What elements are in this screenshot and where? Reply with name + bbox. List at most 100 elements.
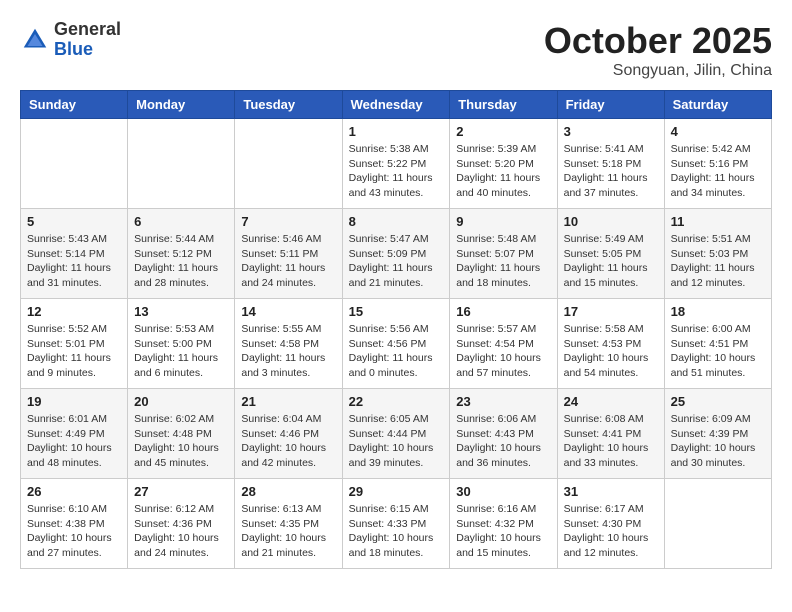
day-number: 28 (241, 484, 335, 499)
calendar-cell: 27Sunrise: 6:12 AM Sunset: 4:36 PM Dayli… (128, 479, 235, 569)
calendar-cell: 9Sunrise: 5:48 AM Sunset: 5:07 PM Daylig… (450, 209, 557, 299)
week-row-1: 1 Sunrise: 5:38 AM Sunset: 5:22 PM Daylig… (21, 119, 772, 209)
calendar-cell: 6 Sunrise: 5:44 AM Sunset: 5:12 PM Daylig… (128, 209, 235, 299)
day-number: 23 (456, 394, 550, 409)
weekday-header-tuesday: Tuesday (235, 91, 342, 119)
calendar-cell: 1 Sunrise: 5:38 AM Sunset: 5:22 PM Daylig… (342, 119, 450, 209)
calendar-cell: 15 Sunrise: 5:56 AM Sunset: 4:56 PM Dayli… (342, 299, 450, 389)
day-info: Sunrise: 5:53 AM Sunset: 5:00 PM Dayligh… (134, 322, 228, 381)
day-number: 26 (27, 484, 121, 499)
calendar-cell: 30Sunrise: 6:16 AM Sunset: 4:32 PM Dayli… (450, 479, 557, 569)
day-number: 17 (564, 304, 658, 319)
location-subtitle: Songyuan, Jilin, China (544, 62, 772, 80)
calendar-cell: 31Sunrise: 6:17 AM Sunset: 4:30 PM Dayli… (557, 479, 664, 569)
day-number: 3 (564, 124, 658, 139)
day-number: 1 (349, 124, 444, 139)
day-number: 9 (456, 214, 550, 229)
calendar-cell (235, 119, 342, 209)
day-number: 15 (349, 304, 444, 319)
day-info: Sunrise: 6:16 AM Sunset: 4:32 PM Dayligh… (456, 502, 550, 561)
day-info: Sunrise: 5:52 AM Sunset: 5:01 PM Dayligh… (27, 322, 121, 381)
day-info: Sunrise: 5:56 AM Sunset: 4:56 PM Dayligh… (349, 322, 444, 381)
day-number: 19 (27, 394, 121, 409)
day-number: 13 (134, 304, 228, 319)
week-row-3: 12 Sunrise: 5:52 AM Sunset: 5:01 PM Dayli… (21, 299, 772, 389)
day-info: Sunrise: 6:13 AM Sunset: 4:35 PM Dayligh… (241, 502, 335, 561)
calendar-cell: 14 Sunrise: 5:55 AM Sunset: 4:58 PM Dayli… (235, 299, 342, 389)
day-info: Sunrise: 5:42 AM Sunset: 5:16 PM Dayligh… (671, 142, 765, 201)
day-info: Sunrise: 6:02 AM Sunset: 4:48 PM Dayligh… (134, 412, 228, 471)
calendar-cell: 11 Sunrise: 5:51 AM Sunset: 5:03 PM Dayli… (664, 209, 771, 299)
day-number: 31 (564, 484, 658, 499)
calendar-cell: 20 Sunrise: 6:02 AM Sunset: 4:48 PM Dayli… (128, 389, 235, 479)
day-info: Sunrise: 5:46 AM Sunset: 5:11 PM Dayligh… (241, 232, 335, 291)
day-number: 16 (456, 304, 550, 319)
month-title: October 2025 (544, 20, 772, 62)
calendar-cell: 10Sunrise: 5:49 AM Sunset: 5:05 PM Dayli… (557, 209, 664, 299)
logo-icon (20, 25, 50, 55)
day-number: 4 (671, 124, 765, 139)
day-info: Sunrise: 5:44 AM Sunset: 5:12 PM Dayligh… (134, 232, 228, 291)
calendar-cell: 17 Sunrise: 5:58 AM Sunset: 4:53 PM Dayli… (557, 299, 664, 389)
calendar-cell: 26 Sunrise: 6:10 AM Sunset: 4:38 PM Dayli… (21, 479, 128, 569)
day-number: 11 (671, 214, 765, 229)
day-info: Sunrise: 6:08 AM Sunset: 4:41 PM Dayligh… (564, 412, 658, 471)
day-info: Sunrise: 5:41 AM Sunset: 5:18 PM Dayligh… (564, 142, 658, 201)
calendar-cell: 25 Sunrise: 6:09 AM Sunset: 4:39 PM Dayli… (664, 389, 771, 479)
weekday-header-friday: Friday (557, 91, 664, 119)
day-number: 22 (349, 394, 444, 409)
day-info: Sunrise: 5:55 AM Sunset: 4:58 PM Dayligh… (241, 322, 335, 381)
week-row-2: 5 Sunrise: 5:43 AM Sunset: 5:14 PM Daylig… (21, 209, 772, 299)
day-number: 8 (349, 214, 444, 229)
day-info: Sunrise: 6:10 AM Sunset: 4:38 PM Dayligh… (27, 502, 121, 561)
day-number: 18 (671, 304, 765, 319)
day-number: 5 (27, 214, 121, 229)
calendar-cell: 29 Sunrise: 6:15 AM Sunset: 4:33 PM Dayli… (342, 479, 450, 569)
day-number: 29 (349, 484, 444, 499)
day-info: Sunrise: 5:43 AM Sunset: 5:14 PM Dayligh… (27, 232, 121, 291)
day-info: Sunrise: 5:49 AM Sunset: 5:05 PM Dayligh… (564, 232, 658, 291)
weekday-header-sunday: Sunday (21, 91, 128, 119)
day-info: Sunrise: 5:58 AM Sunset: 4:53 PM Dayligh… (564, 322, 658, 381)
calendar-cell: 8 Sunrise: 5:47 AM Sunset: 5:09 PM Daylig… (342, 209, 450, 299)
day-info: Sunrise: 5:38 AM Sunset: 5:22 PM Dayligh… (349, 142, 444, 201)
weekday-header-row: SundayMondayTuesdayWednesdayThursdayFrid… (21, 91, 772, 119)
day-number: 14 (241, 304, 335, 319)
day-info: Sunrise: 5:51 AM Sunset: 5:03 PM Dayligh… (671, 232, 765, 291)
logo-general: General (54, 20, 121, 40)
calendar-cell (128, 119, 235, 209)
weekday-header-wednesday: Wednesday (342, 91, 450, 119)
day-info: Sunrise: 5:57 AM Sunset: 4:54 PM Dayligh… (456, 322, 550, 381)
day-number: 2 (456, 124, 550, 139)
day-info: Sunrise: 6:15 AM Sunset: 4:33 PM Dayligh… (349, 502, 444, 561)
calendar-cell: 13 Sunrise: 5:53 AM Sunset: 5:00 PM Dayli… (128, 299, 235, 389)
calendar-cell: 19 Sunrise: 6:01 AM Sunset: 4:49 PM Dayli… (21, 389, 128, 479)
day-info: Sunrise: 5:39 AM Sunset: 5:20 PM Dayligh… (456, 142, 550, 201)
day-number: 25 (671, 394, 765, 409)
logo: General Blue (20, 20, 121, 60)
calendar-cell: 28 Sunrise: 6:13 AM Sunset: 4:35 PM Dayli… (235, 479, 342, 569)
week-row-4: 19 Sunrise: 6:01 AM Sunset: 4:49 PM Dayli… (21, 389, 772, 479)
calendar-cell: 24Sunrise: 6:08 AM Sunset: 4:41 PM Dayli… (557, 389, 664, 479)
title-area: October 2025 Songyuan, Jilin, China (544, 20, 772, 80)
calendar-cell: 23Sunrise: 6:06 AM Sunset: 4:43 PM Dayli… (450, 389, 557, 479)
day-number: 12 (27, 304, 121, 319)
calendar-cell: 2 Sunrise: 5:39 AM Sunset: 5:20 PM Daylig… (450, 119, 557, 209)
day-info: Sunrise: 5:47 AM Sunset: 5:09 PM Dayligh… (349, 232, 444, 291)
day-number: 6 (134, 214, 228, 229)
calendar-cell: 7Sunrise: 5:46 AM Sunset: 5:11 PM Daylig… (235, 209, 342, 299)
calendar-cell: 4 Sunrise: 5:42 AM Sunset: 5:16 PM Daylig… (664, 119, 771, 209)
calendar-cell: 5 Sunrise: 5:43 AM Sunset: 5:14 PM Daylig… (21, 209, 128, 299)
calendar-cell: 16 Sunrise: 5:57 AM Sunset: 4:54 PM Dayli… (450, 299, 557, 389)
day-info: Sunrise: 6:09 AM Sunset: 4:39 PM Dayligh… (671, 412, 765, 471)
calendar-cell: 12 Sunrise: 5:52 AM Sunset: 5:01 PM Dayli… (21, 299, 128, 389)
day-number: 20 (134, 394, 228, 409)
calendar-table: SundayMondayTuesdayWednesdayThursdayFrid… (20, 90, 772, 569)
weekday-header-saturday: Saturday (664, 91, 771, 119)
weekday-header-monday: Monday (128, 91, 235, 119)
week-row-5: 26 Sunrise: 6:10 AM Sunset: 4:38 PM Dayli… (21, 479, 772, 569)
calendar-cell (664, 479, 771, 569)
weekday-header-thursday: Thursday (450, 91, 557, 119)
day-info: Sunrise: 6:01 AM Sunset: 4:49 PM Dayligh… (27, 412, 121, 471)
day-info: Sunrise: 6:00 AM Sunset: 4:51 PM Dayligh… (671, 322, 765, 381)
